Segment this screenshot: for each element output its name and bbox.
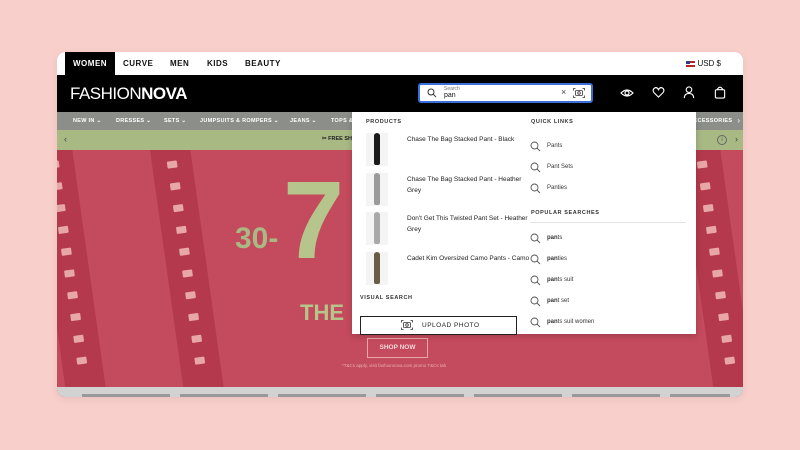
hero-headline-word: THE <box>300 300 344 325</box>
nav-dresses[interactable]: DRESSES ⌄ <box>116 112 151 130</box>
product-thumbnail <box>366 173 388 206</box>
promo-text: ✂ FREE SH <box>322 136 352 142</box>
shop-now-button[interactable]: SHOP NOW <box>367 338 428 358</box>
visual-search-heading: VISUAL SEARCH <box>360 295 413 301</box>
hero-disclaimer: *T&Cs apply, visit fashionnova.com promo… <box>342 363 447 368</box>
search-input[interactable]: pan <box>444 92 456 99</box>
currency-selector[interactable]: USD $ <box>686 52 721 75</box>
logo-bold-text: NOVA <box>141 84 187 103</box>
us-flag-icon <box>686 60 696 67</box>
divider <box>530 222 686 223</box>
currency-label: USD $ <box>697 59 721 68</box>
heart-icon[interactable] <box>652 86 665 99</box>
nav-jeans[interactable]: JEANS ⌄ <box>290 112 317 130</box>
category-curve[interactable]: CURVE <box>123 52 153 75</box>
search-icon <box>530 317 541 328</box>
search-icon <box>427 88 437 98</box>
search-box[interactable]: Search pan × <box>418 83 593 103</box>
popular-search-label: pants suit <box>547 277 574 283</box>
search-icon <box>530 296 541 307</box>
nav-label: JEANS <box>290 118 310 124</box>
search-icon <box>530 233 541 244</box>
popular-search-label: pants suit women <box>547 319 595 325</box>
quick-link-label: Pants <box>547 143 563 149</box>
site-logo[interactable]: FASHIONNOVA <box>70 84 187 104</box>
product-thumbnail <box>366 133 388 166</box>
hero-headline-number: 7 <box>283 159 345 282</box>
search-icon <box>530 162 541 173</box>
nav-label: JUMPSUITS & ROMPERS <box>200 118 273 124</box>
nav-label: NEW IN <box>73 118 95 124</box>
visual-search-camera-icon[interactable] <box>573 88 585 98</box>
film-strip-decoration <box>57 150 109 387</box>
quick-link-label: Pant Sets <box>547 164 574 170</box>
category-women[interactable]: WOMEN <box>65 52 116 75</box>
promo-prev-icon[interactable]: ‹ <box>64 134 67 144</box>
category-beauty[interactable]: BEAUTY <box>245 52 281 75</box>
logo-light-text: FASHION <box>70 84 142 103</box>
product-thumbnail <box>366 212 388 245</box>
promo-next-icon[interactable]: › <box>735 134 738 144</box>
account-user-icon[interactable] <box>683 86 695 99</box>
quick-links-heading: QUICK LINKS <box>531 119 574 125</box>
search-icon <box>530 275 541 286</box>
info-icon[interactable]: i <box>717 135 727 145</box>
search-icon <box>530 183 541 194</box>
popular-search-label: pant set <box>547 298 570 304</box>
nav-label: TOPS & <box>331 118 354 124</box>
nav-jumpsuits-rompers[interactable]: JUMPSUITS & ROMPERS ⌄ <box>200 112 279 130</box>
product-name: Chase The Bag Stacked Pant - Black <box>407 136 515 143</box>
popular-searches-heading: POPULAR SEARCHES <box>531 210 600 216</box>
nav-label: DRESSES <box>116 118 145 124</box>
site-header: FASHIONNOVA Search pan × <box>57 75 743 112</box>
product-name: Chase The Bag Stacked Pant - Heather Gre… <box>407 176 522 194</box>
quick-link-label: Panties <box>547 185 568 191</box>
clear-search-icon[interactable]: × <box>561 87 566 97</box>
product-name: Cadet Kim Oversized Camo Pants - Camo <box>407 255 530 262</box>
category-men[interactable]: MEN <box>170 52 189 75</box>
nav-tops[interactable]: TOPS & <box>331 112 353 130</box>
popular-search-label: pants <box>547 235 563 241</box>
promo-label: FREE SH <box>328 136 352 142</box>
browser-window: WOMEN CURVE MEN KIDS BEAUTY USD $ FASHIO… <box>57 52 743 397</box>
nav-sets[interactable]: SETS ⌄ <box>164 112 186 130</box>
nav-label: SETS <box>164 118 180 124</box>
eye-icon[interactable] <box>620 86 634 100</box>
category-kids[interactable]: KIDS <box>207 52 228 75</box>
popular-search-label: panties <box>547 256 568 262</box>
upload-photo-label: UPLOAD PHOTO <box>422 322 480 329</box>
hero-headline-prefix: 30- <box>235 222 279 255</box>
search-suggestions-dropdown: PRODUCTS Chase The Bag Stacked Pant - Bl… <box>352 112 696 335</box>
nav-scroll-right-icon[interactable]: › <box>737 116 740 126</box>
nav-new-in[interactable]: NEW IN ⌄ <box>73 112 101 130</box>
category-bar: WOMEN CURVE MEN KIDS BEAUTY USD $ <box>57 52 743 75</box>
camera-scan-icon <box>401 320 413 330</box>
product-thumbnail <box>366 252 388 285</box>
search-icon <box>530 141 541 152</box>
film-strip-decoration <box>147 150 227 387</box>
product-name: Don't Get This Twisted Pant Set - Heathe… <box>407 215 528 233</box>
bottom-carousel-indicators <box>57 387 743 397</box>
upload-photo-button[interactable]: UPLOAD PHOTO <box>360 316 517 335</box>
products-heading: PRODUCTS <box>366 119 402 125</box>
shopping-bag-icon[interactable] <box>714 86 726 99</box>
search-icon <box>530 254 541 265</box>
